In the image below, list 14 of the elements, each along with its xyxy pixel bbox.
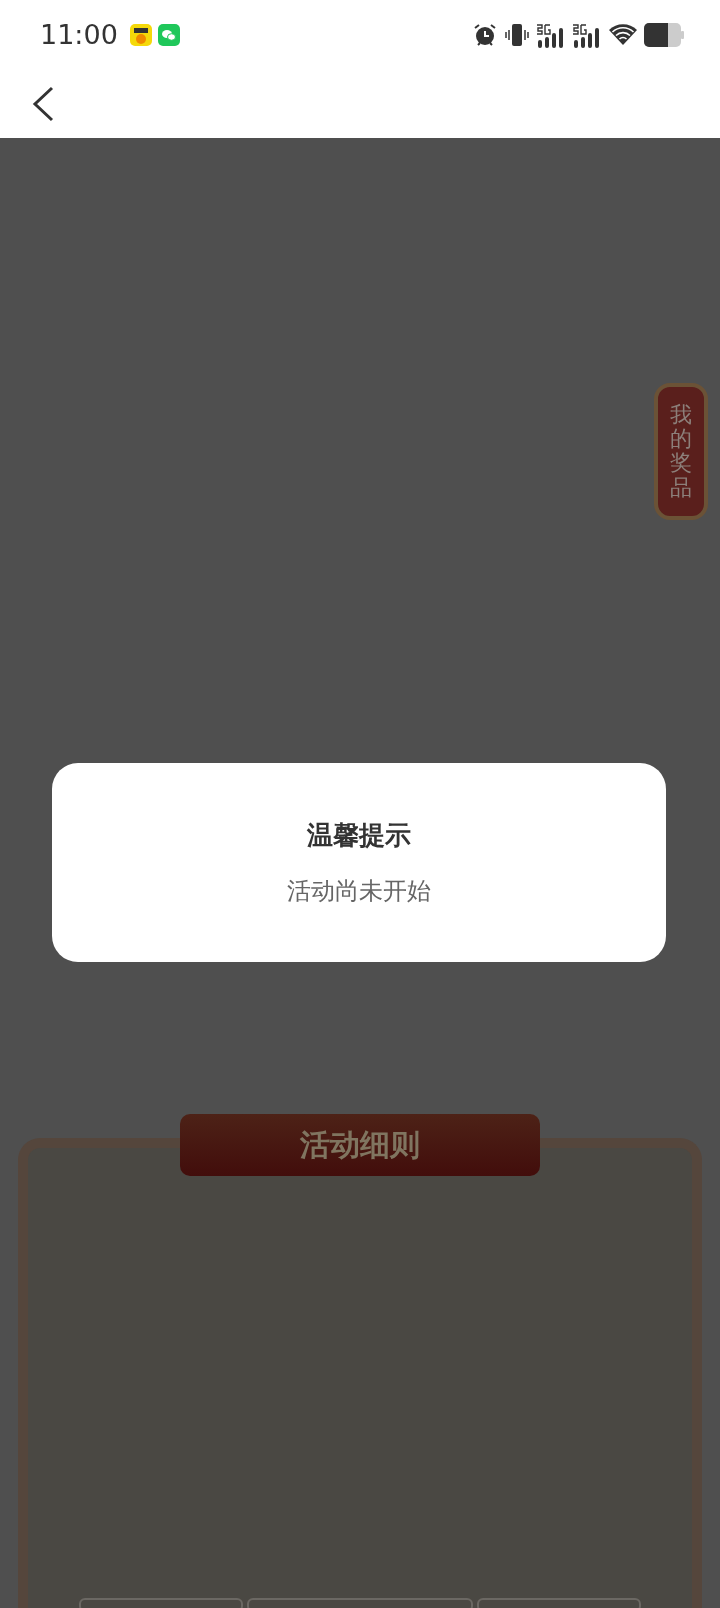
- alarm-icon: [472, 21, 498, 48]
- status-time: 11:00: [40, 19, 118, 50]
- chat-app-icon: [157, 23, 180, 46]
- vibrate-icon: [504, 21, 530, 48]
- signal-icon: [572, 21, 602, 48]
- app-notification-icon: [129, 23, 152, 46]
- my-prizes-tab[interactable]: 我的奖品: [654, 383, 708, 520]
- dialog-message: 活动尚未开始: [287, 876, 431, 907]
- dialog-title: 温馨提示: [307, 819, 411, 852]
- back-icon[interactable]: [32, 85, 54, 122]
- battery-icon: [644, 22, 684, 47]
- rules-title: 活动细则: [180, 1114, 540, 1176]
- signal-icon: [536, 21, 566, 48]
- wifi-icon: [608, 22, 638, 47]
